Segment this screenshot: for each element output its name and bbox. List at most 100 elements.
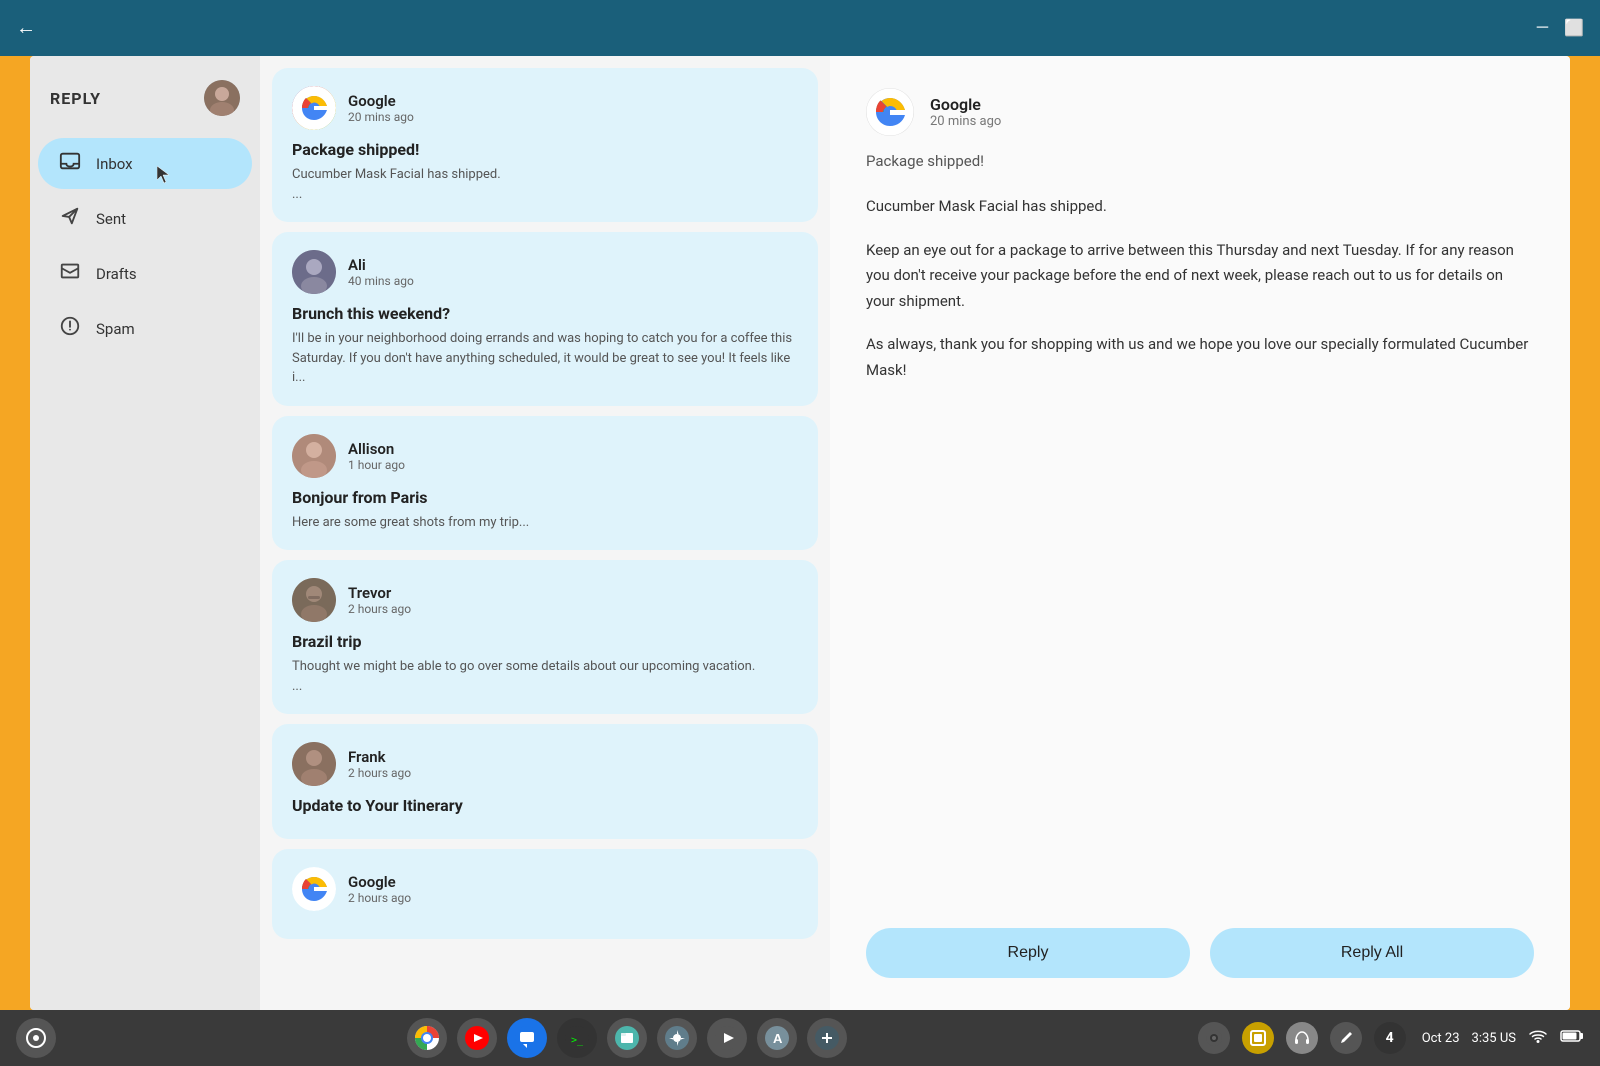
back-button[interactable]: ← [16, 17, 36, 40]
email-sender-info-3: Allison 1 hour ago [348, 440, 405, 472]
taskbar-wifi-icon [1528, 1026, 1548, 1050]
sidebar-item-sent[interactable]: Sent [38, 193, 252, 244]
email-list: Google 20 mins ago Package shipped! Cucu… [260, 56, 830, 1010]
inbox-label: Inbox [96, 155, 133, 173]
inbox-icon [58, 150, 82, 177]
email-subject-3: Bonjour from Paris [292, 488, 798, 507]
detail-header: Google 20 mins ago [866, 88, 1534, 136]
email-sender-name-6: Google [348, 873, 411, 891]
title-bar-left: ← [16, 17, 36, 40]
email-ellipsis-1: ... [292, 185, 798, 205]
taskbar-left [16, 1018, 56, 1058]
email-preview-1: Cucumber Mask Facial has shipped. [292, 165, 798, 185]
drafts-icon [58, 260, 82, 287]
detail-body-para2: As always, thank you for shopping with u… [866, 332, 1534, 383]
email-subject-2: Brunch this weekend? [292, 304, 798, 323]
title-bar: ← ─ ⬜ [0, 0, 1600, 56]
taskbar-circle-icon[interactable] [16, 1018, 56, 1058]
sidebar-title: REPLY [50, 89, 101, 108]
taskbar-right: 4 Oct 23 3:35 US [1198, 1022, 1584, 1054]
email-avatar-2 [292, 250, 336, 294]
taskbar-files-icon[interactable] [607, 1018, 647, 1058]
taskbar-appstore-icon[interactable]: A [757, 1018, 797, 1058]
taskbar-ui-icon[interactable] [1242, 1022, 1274, 1054]
svg-text:>_: >_ [571, 1035, 584, 1046]
sidebar-item-spam[interactable]: Spam [38, 303, 252, 354]
taskbar-time: 3:35 US [1472, 1031, 1516, 1046]
detail-send-time: 20 mins ago [930, 114, 1001, 129]
email-preview-2: I'll be in your neighborhood doing erran… [292, 329, 798, 388]
email-sender-info-5: Frank 2 hours ago [348, 748, 411, 780]
email-item-5[interactable]: Frank 2 hours ago Update to Your Itinera… [272, 724, 818, 839]
detail-avatar [866, 88, 914, 136]
detail-body-line1: Cucumber Mask Facial has shipped. [866, 194, 1534, 220]
user-avatar[interactable] [204, 80, 240, 116]
drafts-label: Drafts [96, 265, 137, 283]
email-sender-name-2: Ali [348, 256, 414, 274]
email-avatar-5 [292, 742, 336, 786]
spam-label: Spam [96, 320, 135, 338]
email-subject-5: Update to Your Itinerary [292, 796, 798, 815]
detail-sender-info: Google 20 mins ago [930, 95, 1001, 129]
email-time-1: 20 mins ago [348, 110, 414, 124]
taskbar-settings-icon[interactable] [657, 1018, 697, 1058]
taskbar-chrome-icon[interactable] [407, 1018, 447, 1058]
email-card-header-2: Ali 40 mins ago [292, 250, 798, 294]
taskbar-terminal-icon[interactable]: >_ [557, 1018, 597, 1058]
email-item-6[interactable]: Google 2 hours ago [272, 849, 818, 939]
email-subject-1: Package shipped! [292, 140, 798, 159]
email-preview-3: Here are some great shots from my trip..… [292, 513, 798, 533]
email-ellipsis-4: ... [292, 677, 798, 697]
email-avatar-4 [292, 578, 336, 622]
sidebar-item-drafts[interactable]: Drafts [38, 248, 252, 299]
taskbar: >_ [0, 1010, 1600, 1066]
taskbar-date: Oct 23 [1422, 1031, 1460, 1046]
taskbar-play-icon[interactable] [707, 1018, 747, 1058]
email-avatar-1 [292, 86, 336, 130]
spam-icon [58, 315, 82, 342]
taskbar-number-icon[interactable]: 4 [1374, 1022, 1406, 1054]
email-sender-name-5: Frank [348, 748, 411, 766]
email-sender-info-2: Ali 40 mins ago [348, 256, 414, 288]
email-card-header-1: Google 20 mins ago [292, 86, 798, 130]
email-sender-info-6: Google 2 hours ago [348, 873, 411, 905]
email-preview-4: Thought we might be able to go over some… [292, 657, 798, 677]
sent-icon [58, 205, 82, 232]
email-sender-name-3: Allison [348, 440, 405, 458]
taskbar-camera-icon[interactable] [1198, 1022, 1230, 1054]
taskbar-youtube-icon[interactable] [457, 1018, 497, 1058]
sidebar-item-inbox[interactable]: Inbox [38, 138, 252, 189]
reply-all-button[interactable]: Reply All [1210, 928, 1534, 978]
email-item-3[interactable]: Allison 1 hour ago Bonjour from Paris He… [272, 416, 818, 551]
email-subject-4: Brazil trip [292, 632, 798, 651]
email-item-4[interactable]: Trevor 2 hours ago Brazil trip Thought w… [272, 560, 818, 714]
sent-label: Sent [96, 210, 126, 228]
email-avatar-6 [292, 867, 336, 911]
email-card-header-6: Google 2 hours ago [292, 867, 798, 911]
email-time-6: 2 hours ago [348, 891, 411, 905]
email-card-header-5: Frank 2 hours ago [292, 742, 798, 786]
taskbar-headphone-icon[interactable] [1286, 1022, 1318, 1054]
taskbar-battery-icon [1560, 1029, 1584, 1047]
taskbar-center: >_ [407, 1018, 847, 1058]
taskbar-messages-icon[interactable] [507, 1018, 547, 1058]
taskbar-pen-icon[interactable] [1330, 1022, 1362, 1054]
email-item-2[interactable]: Ali 40 mins ago Brunch this weekend? I'l… [272, 232, 818, 406]
minimize-button[interactable]: ─ [1537, 19, 1548, 37]
maximize-button[interactable]: ⬜ [1564, 18, 1584, 38]
email-card-header-3: Allison 1 hour ago [292, 434, 798, 478]
email-time-2: 40 mins ago [348, 274, 414, 288]
sidebar: REPLY Inbox [30, 56, 260, 1010]
email-time-5: 2 hours ago [348, 766, 411, 780]
reply-button[interactable]: Reply [866, 928, 1190, 978]
taskbar-misc-icon[interactable] [807, 1018, 847, 1058]
email-item-1[interactable]: Google 20 mins ago Package shipped! Cucu… [272, 68, 818, 222]
sidebar-header: REPLY [30, 68, 260, 128]
email-detail: Google 20 mins ago Package shipped! Cucu… [830, 56, 1570, 1010]
email-time-3: 1 hour ago [348, 458, 405, 472]
detail-body-para1: Keep an eye out for a package to arrive … [866, 238, 1534, 315]
email-sender-name-1: Google [348, 92, 414, 110]
title-bar-right: ─ ⬜ [1537, 18, 1584, 38]
detail-actions: Reply Reply All [866, 928, 1534, 978]
email-sender-name-4: Trevor [348, 584, 411, 602]
